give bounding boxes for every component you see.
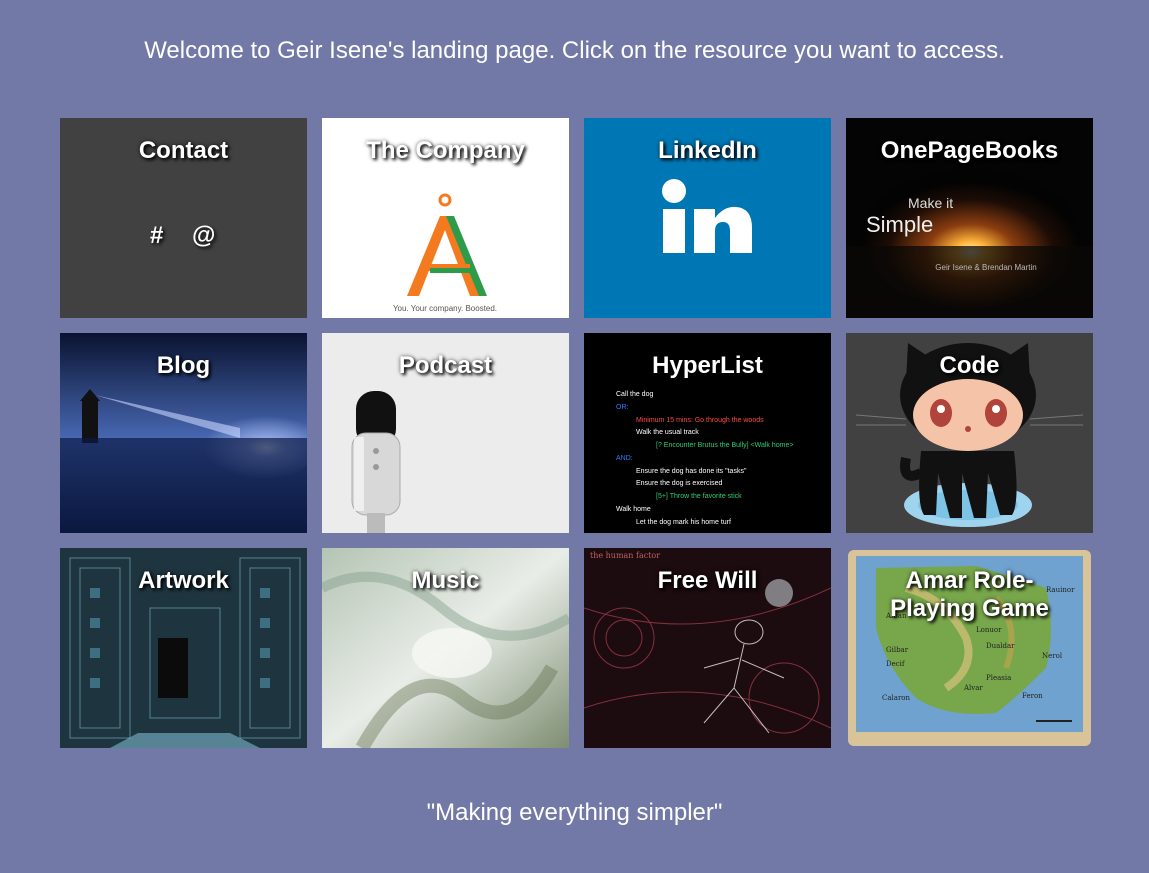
tile-amar-title: Amar Role- Playing Game xyxy=(846,567,1093,623)
tile-freewill[interactable]: the human factor Free Will xyxy=(584,548,831,748)
hash-icon[interactable]: # xyxy=(150,222,163,250)
map-label: Dualdar xyxy=(986,642,1015,650)
hl-line: Walk the usual track xyxy=(636,429,699,436)
tile-company[interactable]: The Company You. Your company. Boosted. xyxy=(322,118,569,318)
freewill-caption: the human factor xyxy=(590,551,660,560)
hl-line: [? Encounter Brutus the Bully] <Walk hom… xyxy=(656,442,793,449)
map-label: Gilbar xyxy=(886,646,909,654)
tile-blog-title: Blog xyxy=(156,352,211,379)
company-tagline: You. Your company. Boosted. xyxy=(393,304,497,313)
at-icon[interactable]: @ xyxy=(192,222,215,250)
resource-grid: Contact # @ The Company You. Your compan… xyxy=(60,118,1093,748)
tile-linkedin-title: LinkedIn xyxy=(658,137,757,164)
hl-line: Let the dog mark his home turf xyxy=(636,519,731,526)
map-label: Lonuor xyxy=(976,626,1002,634)
intro-text: Welcome to Geir Isene's landing page. Cl… xyxy=(144,37,1005,64)
tile-artwork[interactable]: Artwork xyxy=(60,548,307,748)
map-label: Feron xyxy=(1022,692,1043,700)
opb-line1: Make it xyxy=(908,195,953,211)
hl-line: Ensure the dog has done its "tasks" xyxy=(636,468,747,475)
map-label: Alvar xyxy=(963,684,983,692)
hl-line: Walk home xyxy=(616,506,651,513)
hl-line: Ensure the dog is exercised xyxy=(636,480,722,487)
tile-amar-title-line1: Amar Role- xyxy=(905,567,1034,594)
tile-code-title: Code xyxy=(939,352,1000,379)
tile-linkedin[interactable]: LinkedIn xyxy=(584,118,831,318)
tile-blog[interactable]: Blog xyxy=(60,333,307,533)
hl-line: AND: xyxy=(616,455,633,462)
map-label: Decif xyxy=(886,660,906,668)
tile-freewill-title: Free Will xyxy=(657,567,758,594)
map-label: Calaron xyxy=(882,694,911,702)
tile-company-title: The Company xyxy=(366,137,525,164)
tile-music[interactable]: Music xyxy=(322,548,569,748)
tile-hyperlist[interactable]: HyperList Call the dog OR: Minimum 15 mi… xyxy=(584,333,831,533)
motto-text: "Making everything simpler" xyxy=(426,799,723,826)
tile-hyperlist-title: HyperList xyxy=(652,352,763,379)
hl-line: OR: xyxy=(616,404,629,411)
tile-amar[interactable]: Rauinor Alban Nerol Lonuor Gilbar Decif … xyxy=(846,548,1093,748)
tile-contact[interactable]: Contact # @ xyxy=(60,118,307,318)
opb-line2: Simple xyxy=(866,212,933,237)
tile-onepagebooks-title: OnePageBooks xyxy=(880,137,1059,164)
hl-line: Minimum 15 mins: Go through the woods xyxy=(636,417,764,424)
tile-amar-title-line2: Playing Game xyxy=(890,595,1049,622)
tile-artwork-title: Artwork xyxy=(138,567,229,594)
opb-authors: Geir Isene & Brendan Martin xyxy=(935,263,1036,272)
tile-onepagebooks[interactable]: Make it Simple Geir Isene & Brendan Mart… xyxy=(846,118,1093,318)
tile-contact-title: Contact xyxy=(138,137,229,164)
map-label: Nerol xyxy=(1042,652,1063,660)
tile-music-title: Music xyxy=(411,567,480,594)
tile-podcast[interactable]: Podcast xyxy=(322,333,569,533)
map-label: Pleasia xyxy=(986,674,1011,682)
tile-podcast-title: Podcast xyxy=(398,352,493,379)
tile-code[interactable]: Code xyxy=(846,333,1093,533)
hl-line: Call the dog xyxy=(616,391,653,398)
hl-line: [5+] Throw the favorite stick xyxy=(656,493,742,500)
